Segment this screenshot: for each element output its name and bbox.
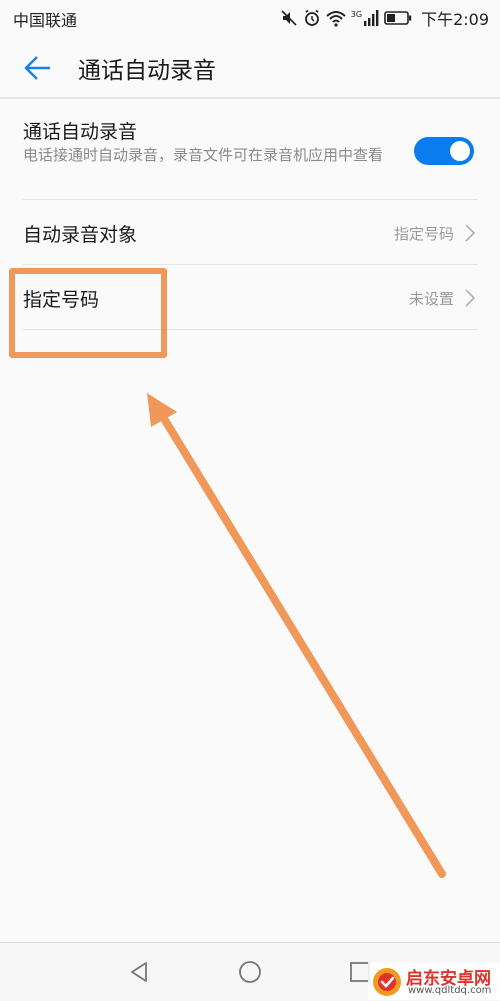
row-divider (23, 329, 478, 330)
mute-icon (280, 9, 298, 27)
auto-record-description: 电话接通时自动录音，录音文件可在录音机应用中查看 (23, 146, 384, 164)
signal-icon (363, 10, 379, 26)
record-target-value: 指定号码 (393, 225, 454, 243)
home-circle-icon[interactable] (236, 958, 264, 986)
record-target-title: 自动录音对象 (23, 224, 138, 246)
page-title: 通话自动录音 (78, 58, 216, 84)
auto-record-toggle[interactable] (414, 137, 474, 165)
status-bar: 中国联通 3G 下午2:09 (0, 0, 500, 36)
watermark-url: www.qdltdq.com (408, 985, 492, 996)
auto-record-title: 通话自动录音 (23, 121, 138, 143)
chevron-right-icon (465, 289, 476, 307)
back-triangle-icon[interactable] (126, 958, 154, 986)
carrier-name: 中国联通 (13, 11, 78, 30)
specified-numbers-row[interactable]: 指定号码 未设置 (0, 265, 500, 329)
record-target-row[interactable]: 自动录音对象 指定号码 (0, 200, 500, 264)
alarm-icon (303, 9, 321, 27)
specified-numbers-title: 指定号码 (23, 289, 100, 311)
specified-numbers-value: 未设置 (408, 290, 454, 308)
app-header: 通话自动录音 (0, 36, 500, 98)
network-type: 3G (350, 9, 363, 19)
clock-time: 下午2:09 (421, 10, 489, 29)
battery-icon (384, 11, 412, 25)
wifi-icon (326, 9, 346, 27)
watermark-logo-icon (373, 968, 401, 996)
watermark: 启东安卓网 www.qdltdq.com (368, 962, 500, 1000)
chevron-right-icon (465, 224, 476, 242)
back-arrow-icon (24, 56, 50, 80)
back-button[interactable] (18, 48, 58, 88)
status-icons: 3G 下午2:09 (280, 6, 489, 30)
toggle-knob (450, 141, 470, 161)
